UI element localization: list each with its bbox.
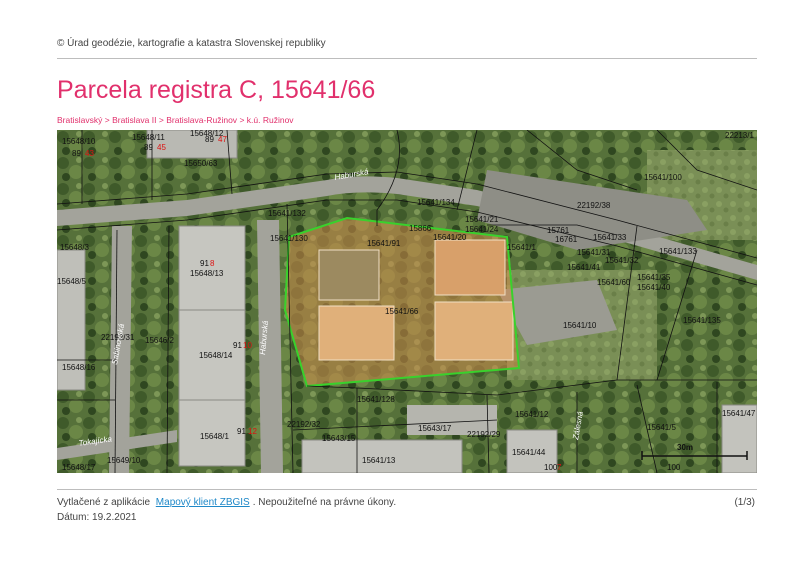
parcel-label: 15761 bbox=[547, 226, 570, 235]
parcel-label: 22192/38 bbox=[577, 201, 611, 210]
parcel-label: 15648/3 bbox=[60, 243, 89, 252]
parcel-label: 15641/134 bbox=[417, 198, 455, 207]
breadcrumb-item-municipality[interactable]: Bratislava-Ružinov bbox=[166, 115, 237, 125]
page-number: (1/3) bbox=[734, 497, 755, 508]
parcel-label: 100 bbox=[544, 463, 558, 472]
sports-court bbox=[318, 249, 380, 301]
parcel-label: 15641/20 bbox=[433, 233, 467, 242]
parcel-label: 15648/10 bbox=[62, 137, 96, 146]
parcel-label: 15648/13 bbox=[190, 269, 224, 278]
breadcrumb-item-cadastral-area[interactable]: k.ú. Ružinov bbox=[247, 115, 294, 125]
parcel-label: 15641/91 bbox=[367, 239, 401, 248]
parcel-label: 15650/63 bbox=[184, 159, 218, 168]
parcel-label: 22192/29 bbox=[467, 430, 501, 439]
parcel-label: 15641/1 bbox=[507, 243, 536, 252]
parcel-label: 15641/40 bbox=[637, 283, 671, 292]
parcel-label: 91 bbox=[200, 259, 209, 268]
parcel-label: 15641/130 bbox=[270, 234, 308, 243]
parcel-label: 12 bbox=[248, 427, 257, 436]
parcel-label: 43 bbox=[85, 149, 94, 158]
parcel-label: 15641/13 bbox=[362, 456, 396, 465]
top-divider bbox=[57, 58, 757, 59]
breadcrumb-separator: > bbox=[158, 115, 164, 125]
parcel-label: 15641/5 bbox=[647, 423, 676, 432]
breadcrumb-separator: > bbox=[239, 115, 245, 125]
print-date: Dátum: 19.2.2021 bbox=[57, 512, 137, 523]
print-note: Vytlačené z aplikácie Mapový klient ZBGI… bbox=[57, 497, 396, 508]
parcel-label: 15641/135 bbox=[683, 316, 721, 325]
parcel-label: 15866 bbox=[409, 224, 432, 233]
parcel-label: 15643/15 bbox=[322, 434, 356, 443]
parcel-label: 15641/32 bbox=[605, 256, 639, 265]
app-link[interactable]: Mapový klient ZBGIS bbox=[156, 497, 250, 508]
parcel-label-selected: 15641/66 bbox=[385, 307, 419, 316]
parcel-label: 15641/12 bbox=[515, 410, 549, 419]
parcel-label: 22213/1 bbox=[725, 131, 754, 140]
parcel-label: 47 bbox=[218, 135, 227, 144]
parcel-label: 15646/2 bbox=[145, 336, 174, 345]
print-note-prefix: Vytlačené z aplikácie bbox=[57, 497, 151, 508]
parcel-label: 7 bbox=[557, 463, 562, 472]
parcel-label: 89 bbox=[72, 149, 81, 158]
copyright-text: © Úrad geodézie, kartografie a katastra … bbox=[57, 38, 326, 49]
parcel-label: 15643/17 bbox=[418, 424, 452, 433]
page-title: Parcela registra C, 15641/66 bbox=[57, 76, 376, 104]
parcel-label: 15641/128 bbox=[357, 395, 395, 404]
cadastral-map[interactable]: 15648/10 89 43 15648/11 89 45 15648/12 8… bbox=[57, 130, 757, 473]
breadcrumb: Bratislavský > Bratislava II > Bratislav… bbox=[57, 115, 294, 125]
sports-court bbox=[434, 239, 506, 296]
parcel-label: 15641/47 bbox=[722, 409, 756, 418]
parcel-label: 15641/41 bbox=[567, 263, 601, 272]
map-canvas[interactable]: 15648/10 89 43 15648/11 89 45 15648/12 8… bbox=[57, 130, 757, 473]
parcel-label: 15648/1 bbox=[200, 432, 229, 441]
breadcrumb-item-region[interactable]: Bratislavský bbox=[57, 115, 102, 125]
parcel-label: 100 bbox=[667, 463, 681, 472]
parcel-label: 15641/33 bbox=[593, 233, 627, 242]
parcel-label: 45 bbox=[157, 143, 166, 152]
parcel-label: 15641/35 bbox=[637, 273, 671, 282]
breadcrumb-separator: > bbox=[104, 115, 110, 125]
print-note-suffix: . Nepoužiteľné na právne úkony. bbox=[252, 497, 397, 508]
parcel-label: 10 bbox=[243, 341, 252, 350]
parcel-label: 15648/17 bbox=[62, 463, 96, 472]
parcel-label: 15648/11 bbox=[132, 133, 165, 142]
parcel-label: 15649/10 bbox=[107, 456, 141, 465]
parcel-label: 15641/133 bbox=[659, 247, 697, 256]
parcel-label: 8 bbox=[210, 259, 215, 268]
parcel-label: 91 bbox=[237, 427, 246, 436]
parcel-label: 15641/24 bbox=[465, 225, 499, 234]
breadcrumb-item-district[interactable]: Bratislava II bbox=[112, 115, 156, 125]
parcel-label: 16761 bbox=[555, 235, 578, 244]
parcel-label: 15641/132 bbox=[268, 209, 306, 218]
parcel-label: 91 bbox=[233, 341, 242, 350]
parcel-label: 15648/16 bbox=[62, 363, 96, 372]
bottom-divider bbox=[57, 489, 757, 490]
parcel-label: 15641/60 bbox=[597, 278, 631, 287]
parcel-label: 15641/44 bbox=[512, 448, 546, 457]
parcel-label: 22192/32 bbox=[287, 420, 321, 429]
parcel-label: 15641/10 bbox=[563, 321, 597, 330]
parcel-label: 15648/14 bbox=[199, 351, 233, 360]
parcel-label: 89 bbox=[144, 143, 153, 152]
parcel-label: 89 bbox=[205, 135, 214, 144]
parcel-label: 15641/100 bbox=[644, 173, 682, 182]
parcel-label: 15641/21 bbox=[465, 215, 499, 224]
scale-label: 30m bbox=[677, 443, 693, 452]
parcel-label: 15648/5 bbox=[57, 277, 86, 286]
sports-court bbox=[318, 305, 395, 361]
sports-court bbox=[434, 301, 514, 361]
